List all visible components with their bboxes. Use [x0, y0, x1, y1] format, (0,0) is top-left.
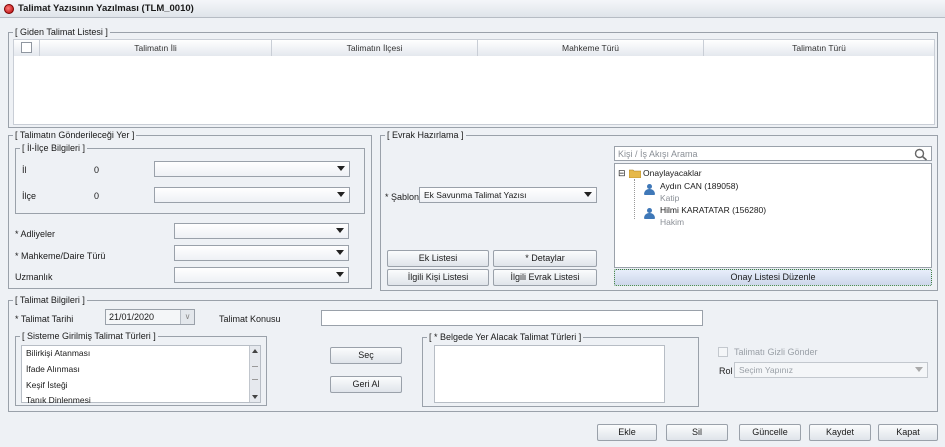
person1-role: Katip [660, 193, 680, 203]
app-icon [4, 3, 14, 14]
tree-line [634, 179, 635, 219]
konusu-input[interactable] [321, 310, 703, 326]
column-header-il[interactable]: Talimatın İli [40, 40, 272, 56]
tarih-value: 21/01/2020 [109, 312, 155, 322]
list-item[interactable]: Bilirkişi Atanması [26, 348, 90, 358]
kisi-search-input[interactable]: Kişi / İş Akışı Arama [614, 146, 932, 161]
rol-select[interactable]: Seçim Yapınız [734, 362, 928, 378]
giden-talimat-panel: [ Giden Talimat Listesi ] Talimatın İli … [8, 27, 938, 128]
belge-legend: [ * Belgede Yer Alacak Talimat Türleri ] [427, 332, 584, 342]
person1-name[interactable]: Aydın CAN (189058) [660, 181, 738, 191]
gonderilecek-legend: [ Talimatın Gönderileceği Yer ] [13, 130, 137, 140]
bilgiler-legend: [ Talimat Bilgileri ] [13, 295, 87, 305]
column-header-mahkeme[interactable]: Mahkeme Türü [478, 40, 704, 56]
search-icon[interactable] [914, 148, 928, 161]
konusu-label: Talimat Konusu [219, 314, 281, 324]
sil-button[interactable]: Sil [666, 424, 728, 441]
title-bar: Talimat Yazısının Yazılması (TLM_0010) [0, 0, 945, 18]
sablon-label: * Şablon [385, 192, 420, 202]
select-all-header[interactable] [14, 40, 40, 56]
chevron-down-icon [337, 192, 345, 197]
ilgili-evrak-button[interactable]: İlgili Evrak Listesi [493, 269, 597, 286]
sistem-legend: [ Sisteme Girilmiş Talimat Türleri ] [20, 331, 158, 341]
person-icon [644, 208, 655, 220]
il-ilce-legend: [ İl-İlçe Bilgileri ] [20, 143, 88, 153]
ilce-label: İlçe [22, 191, 37, 201]
list-item[interactable]: Keşif İsteği [26, 380, 68, 390]
ek-listesi-button[interactable]: Ek Listesi [387, 250, 489, 267]
window-title: Talimat Yazısının Yazılması (TLM_0010) [18, 3, 194, 14]
chevron-down-icon [336, 250, 344, 255]
giden-talimat-table[interactable]: Talimatın İli Talimatın İlçesi Mahkeme T… [13, 39, 935, 125]
sablon-select[interactable]: Ek Savunma Talimat Yazısı [419, 187, 597, 203]
il-code: 0 [94, 165, 100, 175]
giden-legend: [ Giden Talimat Listesi ] [13, 27, 110, 37]
list-item[interactable]: İfade Alınması [26, 364, 80, 374]
evrak-panel: [ Evrak Hazırlama ] * Şablon Ek Savunma … [380, 130, 938, 291]
tree-root-label[interactable]: Onaylayacaklar [643, 168, 702, 178]
il-select[interactable] [154, 161, 350, 177]
search-placeholder: Kişi / İş Akışı Arama [618, 149, 698, 159]
uzmanlik-label: Uzmanlık [15, 272, 53, 282]
adliyeler-label: * Adliyeler [15, 229, 56, 239]
kaydet-button[interactable]: Kaydet [809, 424, 871, 441]
evrak-legend: [ Evrak Hazırlama ] [385, 130, 466, 140]
il-label: İl [22, 165, 27, 175]
tarih-label: * Talimat Tarihi [15, 314, 74, 324]
ekle-button[interactable]: Ekle [597, 424, 657, 441]
scroll-down-icon[interactable] [252, 395, 258, 399]
folder-icon [629, 169, 641, 178]
sistem-talimat-list[interactable]: Bilirkişi Atanması İfade Alınması Keşif … [21, 345, 261, 405]
guncelle-button[interactable]: Güncelle [739, 424, 801, 441]
uzmanlik-select[interactable] [174, 267, 349, 283]
onay-tree[interactable]: ⊟ Onaylayacaklar Aydın CAN (189058) Kati… [614, 163, 932, 268]
detaylar-button[interactable]: * Detaylar [493, 250, 597, 267]
list-scrollbar[interactable] [249, 346, 260, 402]
sec-button[interactable]: Seç [330, 347, 402, 364]
ilgili-kisi-button[interactable]: İlgili Kişi Listesi [387, 269, 489, 286]
gonderilecek-panel: [ Talimatın Gönderileceği Yer ] [ İl-İlç… [8, 130, 372, 289]
person2-name[interactable]: Hilmi KARATATAR (156280) [660, 205, 766, 215]
scroll-thumb[interactable] [252, 366, 258, 380]
chevron-down-icon [584, 192, 592, 197]
select-all-checkbox[interactable] [21, 42, 32, 53]
adliyeler-select[interactable] [174, 223, 349, 239]
ilce-select[interactable] [154, 187, 350, 203]
person2-role: Hakim [660, 217, 685, 227]
gizli-gonder-label: Talimatı Gizli Gönder [734, 347, 818, 357]
ilce-code: 0 [94, 191, 100, 201]
talimat-bilgileri-panel: [ Talimat Bilgileri ] * Talimat Tarihi 2… [8, 295, 938, 412]
il-ilce-panel: [ İl-İlçe Bilgileri ] İl 0 İlçe 0 [15, 143, 365, 214]
kapat-button[interactable]: Kapat [878, 424, 938, 441]
sistem-talimat-panel: [ Sisteme Girilmiş Talimat Türleri ] Bil… [15, 331, 267, 406]
person-icon [644, 184, 655, 196]
sablon-value: Ek Savunma Talimat Yazısı [424, 190, 527, 200]
collapse-icon[interactable]: ⊟ [618, 168, 626, 179]
column-header-tur[interactable]: Talimatın Türü [704, 40, 934, 56]
tarih-input[interactable]: 21/01/2020 ∨ [105, 309, 195, 325]
mahkeme-select[interactable] [174, 245, 349, 261]
chevron-down-icon [915, 367, 923, 372]
chevron-down-icon [336, 228, 344, 233]
belge-talimat-panel: [ * Belgede Yer Alacak Talimat Türleri ] [422, 332, 699, 407]
calendar-dropdown-icon[interactable]: ∨ [180, 310, 194, 324]
rol-label: Rol [719, 366, 733, 376]
chevron-down-icon [337, 166, 345, 171]
chevron-down-icon [336, 272, 344, 277]
list-item[interactable]: Tanık Dinlenmesi [26, 395, 91, 405]
column-header-ilce[interactable]: Talimatın İlçesi [272, 40, 478, 56]
onay-listesi-duzenle-button[interactable]: Onay Listesi Düzenle [614, 269, 932, 286]
mahkeme-label: * Mahkeme/Daire Türü [15, 251, 106, 261]
gizli-gonder-checkbox[interactable] [718, 347, 728, 357]
geri-al-button[interactable]: Geri Al [330, 376, 402, 393]
scroll-up-icon[interactable] [252, 349, 258, 353]
rol-placeholder: Seçim Yapınız [739, 365, 794, 375]
belge-talimat-list[interactable] [434, 345, 665, 403]
